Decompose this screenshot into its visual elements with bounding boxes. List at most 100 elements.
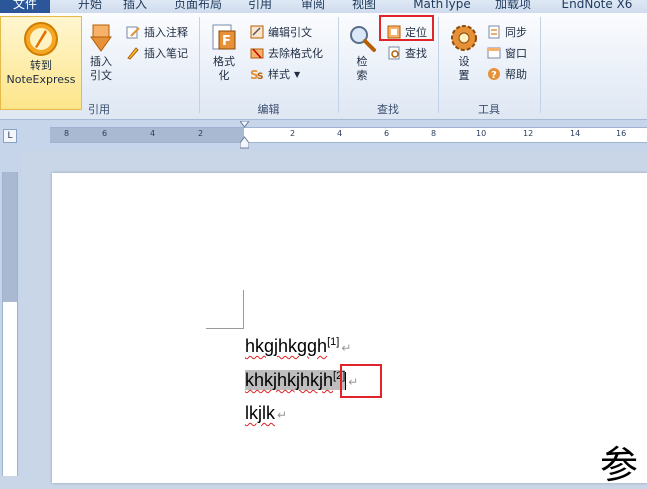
paragraph-mark: ↵ — [277, 408, 288, 422]
citation-ref-1[interactable]: [1] — [327, 336, 339, 348]
style-label: 样式 — [268, 68, 290, 81]
tab-home[interactable]: 开始 — [70, 0, 110, 13]
group-find-label: 查找 — [377, 103, 399, 116]
ruler-number: 6 — [102, 129, 108, 138]
tab-stop-selector[interactable]: L — [3, 129, 17, 143]
window-button[interactable]: 窗口 — [487, 44, 527, 62]
note-edit-icon — [126, 25, 140, 39]
help-button[interactable]: ? 帮助 — [487, 65, 527, 83]
insert-citation-label-2: 引文 — [90, 69, 112, 82]
pen-icon — [126, 46, 140, 60]
style-dropdown[interactable]: SS 样式 ▼ — [250, 65, 300, 83]
insert-notebook-button[interactable]: 插入笔记 — [126, 44, 188, 62]
goto-label-2: NoteExpress — [6, 73, 76, 86]
indent-marker[interactable] — [239, 120, 250, 149]
remove-format-icon — [250, 46, 264, 60]
settings-label-1: 设 — [458, 55, 470, 68]
group-edit: F 格式 化 编辑引文 去除格式化 SS 样式 ▼ 编辑 — [200, 13, 337, 119]
tab-file[interactable]: 文件 — [0, 0, 50, 13]
ruler-number: 12 — [523, 129, 534, 138]
find-label: 查找 — [405, 47, 427, 60]
ruler-number: 8 — [64, 129, 70, 138]
format-button[interactable]: F 格式 化 — [206, 23, 242, 83]
horizontal-ruler[interactable]: L 8 6 4 2 2 4 6 8 10 12 14 16 — [0, 120, 647, 150]
ruler-strip: 8 6 4 2 2 4 6 8 10 12 14 16 — [50, 120, 647, 149]
sync-icon — [487, 25, 501, 39]
format-label-1: 格式 — [213, 55, 235, 68]
overlay-character: 参 — [600, 443, 639, 487]
vruler-strip — [2, 172, 18, 476]
annotation-box-locate — [379, 15, 434, 41]
tab-endnote[interactable]: EndNote X6 — [552, 0, 642, 13]
insert-note-button[interactable]: 插入注释 — [126, 23, 188, 41]
search-button[interactable]: 检 索 — [345, 23, 379, 83]
tab-addins[interactable]: 加载项 — [485, 0, 541, 13]
group-cite: 转到 NoteExpress 插入 引文 插入注释 插入笔记 引用 — [0, 13, 198, 119]
noteexpress-logo-icon — [23, 21, 59, 57]
doc-line-1-text: hkgjhkggh — [245, 336, 328, 356]
insert-citation-label-1: 插入 — [90, 55, 112, 68]
format-label-2: 化 — [218, 69, 230, 82]
ribbon-tab-bar: 文件 开始 插入 页面布局 引用 审阅 视图 MathType 加载项 EndN… — [0, 0, 647, 13]
tab-review[interactable]: 审阅 — [293, 0, 333, 13]
paragraph-mark: ↵ — [341, 341, 352, 355]
ruler-number: 6 — [384, 129, 390, 138]
document-page[interactable] — [52, 173, 647, 483]
vertical-ruler[interactable] — [0, 150, 22, 476]
remove-format-label: 去除格式化 — [268, 47, 323, 60]
insert-notebook-label: 插入笔记 — [144, 47, 188, 60]
margin-mark — [206, 328, 244, 329]
edit-citation-icon — [250, 25, 264, 39]
insert-citation-icon — [87, 23, 115, 53]
insert-note-label: 插入注释 — [144, 26, 188, 39]
style-icon: SS — [250, 67, 264, 82]
window-icon — [487, 46, 501, 60]
group-cite-label: 引用 — [88, 103, 110, 116]
sync-label: 同步 — [505, 26, 527, 39]
help-label: 帮助 — [505, 68, 527, 81]
remove-format-button[interactable]: 去除格式化 — [250, 44, 323, 62]
annotation-box-citation — [340, 364, 382, 398]
settings-button[interactable]: 设 置 — [447, 23, 481, 83]
group-separator — [540, 17, 541, 113]
settings-label-2: 置 — [458, 69, 470, 82]
sync-button[interactable]: 同步 — [487, 23, 527, 41]
svg-text:S: S — [257, 72, 263, 81]
gear-icon — [449, 23, 479, 53]
svg-text:?: ? — [491, 70, 497, 81]
find-doc-icon — [387, 46, 401, 60]
vruler-margin-area — [3, 172, 17, 302]
svg-text:F: F — [222, 34, 231, 49]
ruler-number: 2 — [290, 129, 296, 138]
ruler-number: 4 — [150, 129, 156, 138]
tab-page-layout[interactable]: 页面布局 — [165, 0, 231, 13]
help-icon: ? — [487, 67, 501, 81]
group-tools-label: 工具 — [478, 103, 500, 116]
doc-line-3[interactable]: lkjlk ↵ — [245, 403, 287, 424]
ruler-number: 14 — [570, 129, 581, 138]
goto-label-1: 转到 — [30, 59, 52, 72]
insert-citation-button[interactable]: 插入 引文 — [84, 23, 118, 83]
tab-insert[interactable]: 插入 — [115, 0, 155, 13]
doc-line-1[interactable]: hkgjhkggh[1] ↵ — [245, 336, 351, 357]
ruler-number: 8 — [431, 129, 437, 138]
edit-citation-label: 编辑引文 — [268, 26, 312, 39]
goto-noteexpress-button[interactable]: 转到 NoteExpress — [2, 21, 80, 87]
doc-line-2-text: khkjhkjhkjh — [245, 370, 334, 390]
ruler-number: 10 — [476, 129, 487, 138]
search-label-1: 检 — [356, 55, 368, 68]
find-button[interactable]: 查找 — [387, 44, 427, 62]
chevron-down-icon: ▼ — [294, 69, 301, 79]
ruler-number: 2 — [198, 129, 204, 138]
tab-references[interactable]: 引用 — [240, 0, 280, 13]
ribbon: 转到 NoteExpress 插入 引文 插入注释 插入笔记 引用 F 格式 化 — [0, 13, 647, 120]
window-label: 窗口 — [505, 47, 527, 60]
search-label-2: 索 — [356, 69, 368, 82]
tab-view[interactable]: 视图 — [344, 0, 384, 13]
tab-mathtype[interactable]: MathType — [400, 0, 484, 13]
magnifier-icon — [347, 23, 377, 53]
group-tools: 设 置 同步 窗口 ? 帮助 工具 — [439, 13, 539, 119]
format-doc-icon: F — [209, 23, 239, 53]
edit-citation-button[interactable]: 编辑引文 — [250, 23, 312, 41]
margin-mark — [243, 290, 244, 328]
